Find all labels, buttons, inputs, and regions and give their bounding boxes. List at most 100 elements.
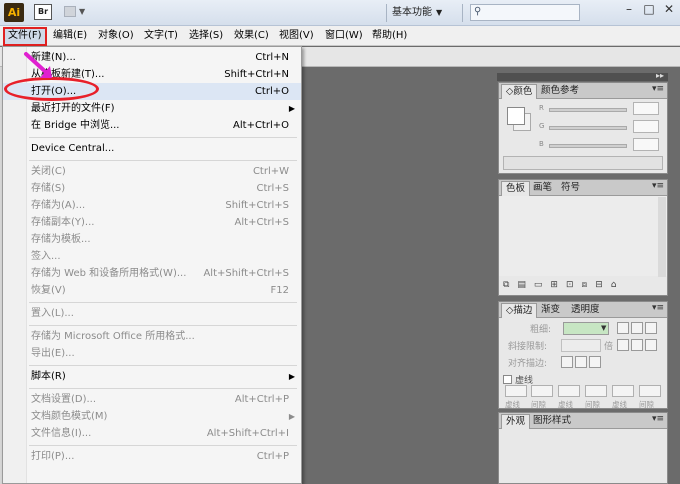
swatches-panel: 色板 画笔 符号 ▾≡ ⧉▤▭⊞⊡⧈⊟⌂ [498,179,668,296]
chevron-down-icon: ▼ [436,8,443,17]
green-value-field[interactable] [633,120,659,133]
tab-swatches[interactable]: 色板 [501,181,531,196]
workspace-switcher[interactable]: 基本功能 ▼ [392,4,456,22]
menu-select[interactable]: 选择(S) [186,28,226,45]
menu-item-label: 置入(L)... [31,308,74,319]
tab-graphic-styles[interactable]: 图形样式 [529,414,575,429]
file-menu-item[interactable]: 在 Bridge 中浏览... Alt+Ctrl+O [3,117,301,134]
swatch-grid[interactable] [499,196,667,276]
file-menu-item: 存储为(A)... Shift+Ctrl+S [3,197,301,214]
menu-item-label: 存储为模板... [31,234,91,245]
maximize-button[interactable]: □ [640,2,658,18]
align-stroke-buttons[interactable] [561,356,603,371]
stroke-weight-label: 粗细: [529,325,551,335]
file-menu-item[interactable]: 最近打开的文件(F) ▶ [3,100,301,117]
appearance-panel: 外观 图形样式 ▾≡ [498,412,668,484]
menu-file[interactable]: 文件(F) [3,27,47,46]
file-menu-item: 存储副本(Y)... Alt+Ctrl+S [3,214,301,231]
toolbar-divider [386,4,387,22]
menu-separator [29,365,297,366]
submenu-arrow-icon: ▶ [288,372,295,381]
menu-item-shortcut: Alt+Ctrl+O [233,120,289,131]
menu-item-shortcut: Shift+Ctrl+N [224,69,289,80]
menu-view[interactable]: 视图(V) [276,28,317,45]
file-menu-item: 关闭(C) Ctrl+W [3,163,301,180]
color-panel: ◇颜色 颜色参考 ▾≡ R G B [498,82,668,174]
menu-item-shortcut: Ctrl+N [255,52,289,63]
file-menu-item[interactable]: 脚本(R) ▶ [3,368,301,385]
gap-field[interactable] [531,385,553,397]
file-menu-item: 文件信息(I)... Alt+Shift+Ctrl+I [3,425,301,442]
menu-item-shortcut: Ctrl+P [256,451,289,462]
menu-object[interactable]: 对象(O) [95,28,137,45]
menu-window[interactable]: 窗口(W) [322,28,366,45]
minimize-button[interactable]: – [620,2,638,18]
gap-field[interactable] [639,385,661,397]
bridge-launch-icon[interactable]: Br [34,4,52,20]
tab-appearance[interactable]: 外观 [501,414,531,429]
file-menu-dropdown: 新建(N)... Ctrl+N 从模板新建(T)... Shift+Ctrl+N 打开(… [2,46,302,484]
menu-separator [29,325,297,326]
submenu-arrow-icon: ▶ [288,104,295,113]
menu-item-label: 存储为 Microsoft Office 所用格式... [31,331,195,342]
tab-stroke[interactable]: ◇描边 [501,303,538,318]
red-value-field[interactable] [633,102,659,115]
menu-item-label: 存储为(A)... [31,200,86,211]
blue-value-field[interactable] [633,138,659,151]
menu-help[interactable]: 帮助(H) [369,28,410,45]
miter-limit-field[interactable] [561,339,601,352]
menu-edit[interactable]: 编辑(E) [50,28,90,45]
help-search-input[interactable]: ⚲ [470,4,580,21]
green-channel-label: G [539,122,545,130]
chevron-down-icon[interactable]: ▼ [601,324,606,332]
dash-field[interactable] [505,385,527,397]
align-stroke-row: 对齐描边: [503,356,663,370]
workspace-label: 基本功能 [392,7,432,18]
panel-menu-icon[interactable]: ▾≡ [652,84,664,94]
swatch-panel-buttons[interactable]: ⧉▤▭⊞⊡⧈⊟⌂ [503,280,663,292]
green-slider[interactable]: G [539,120,667,133]
menu-item-shortcut: Ctrl+S [256,183,289,194]
tab-transparency[interactable]: 透明度 [567,303,604,318]
swatch-scrollbar[interactable] [658,197,666,277]
title-bar: Ai Br ▼ 基本功能 ▼ ⚲ – □ ✕ [0,0,680,26]
menu-item-label: 最近打开的文件(F) [31,103,115,114]
panel-collapse-bar[interactable]: ▸▸ [497,71,668,81]
panel-menu-icon[interactable]: ▾≡ [652,181,664,191]
file-menu-item: 签入... [3,248,301,265]
stroke-panel: ◇描边 渐变 透明度 ▾≡ 粗细: ▼ 斜接限制: 倍 对齐描边: 虚线 虚线 … [498,301,668,409]
menu-separator [29,445,297,446]
menu-item-shortcut: Alt+Shift+Ctrl+S [203,268,289,279]
menu-item-shortcut: F12 [270,285,289,296]
stroke-join-buttons[interactable] [617,339,661,352]
menu-item-shortcut: Shift+Ctrl+S [225,200,289,211]
close-button[interactable]: ✕ [660,2,678,18]
color-spectrum[interactable] [503,156,663,170]
tab-gradient[interactable]: 渐变 [537,303,564,318]
gap-field[interactable] [585,385,607,397]
stroke-cap-buttons[interactable] [617,322,661,335]
menu-type[interactable]: 文字(T) [141,28,181,45]
gap-label: 间隙 [585,400,600,409]
menu-item-label: 文档颜色模式(M) [31,411,108,422]
panel-menu-icon[interactable]: ▾≡ [652,303,664,313]
pointer-arrow-icon [24,52,52,78]
dash-field[interactable] [612,385,634,397]
arrange-documents-icon[interactable]: ▼ [64,5,92,19]
blue-slider[interactable]: B [539,138,667,151]
dash-label: 虚线 [612,400,627,409]
file-menu-item[interactable]: Device Central... [3,140,301,157]
file-menu-item: 导出(E)... [3,345,301,362]
tab-brushes[interactable]: 画笔 [529,181,556,196]
stroke-weight-row: 粗细: ▼ [503,322,663,336]
dash-field[interactable] [558,385,580,397]
fill-swatch[interactable] [507,107,525,125]
panel-menu-icon[interactable]: ▾≡ [652,414,664,424]
tab-color[interactable]: ◇颜色 [501,84,538,99]
dashed-line-checkbox[interactable]: 虚线 [503,373,623,386]
tab-color-guide[interactable]: 颜色参考 [537,84,583,99]
tab-symbols[interactable]: 符号 [557,181,584,196]
menu-effect[interactable]: 效果(C) [231,28,272,45]
file-menu-item: 文档设置(D)... Alt+Ctrl+P [3,391,301,408]
red-slider[interactable]: R [539,102,667,115]
